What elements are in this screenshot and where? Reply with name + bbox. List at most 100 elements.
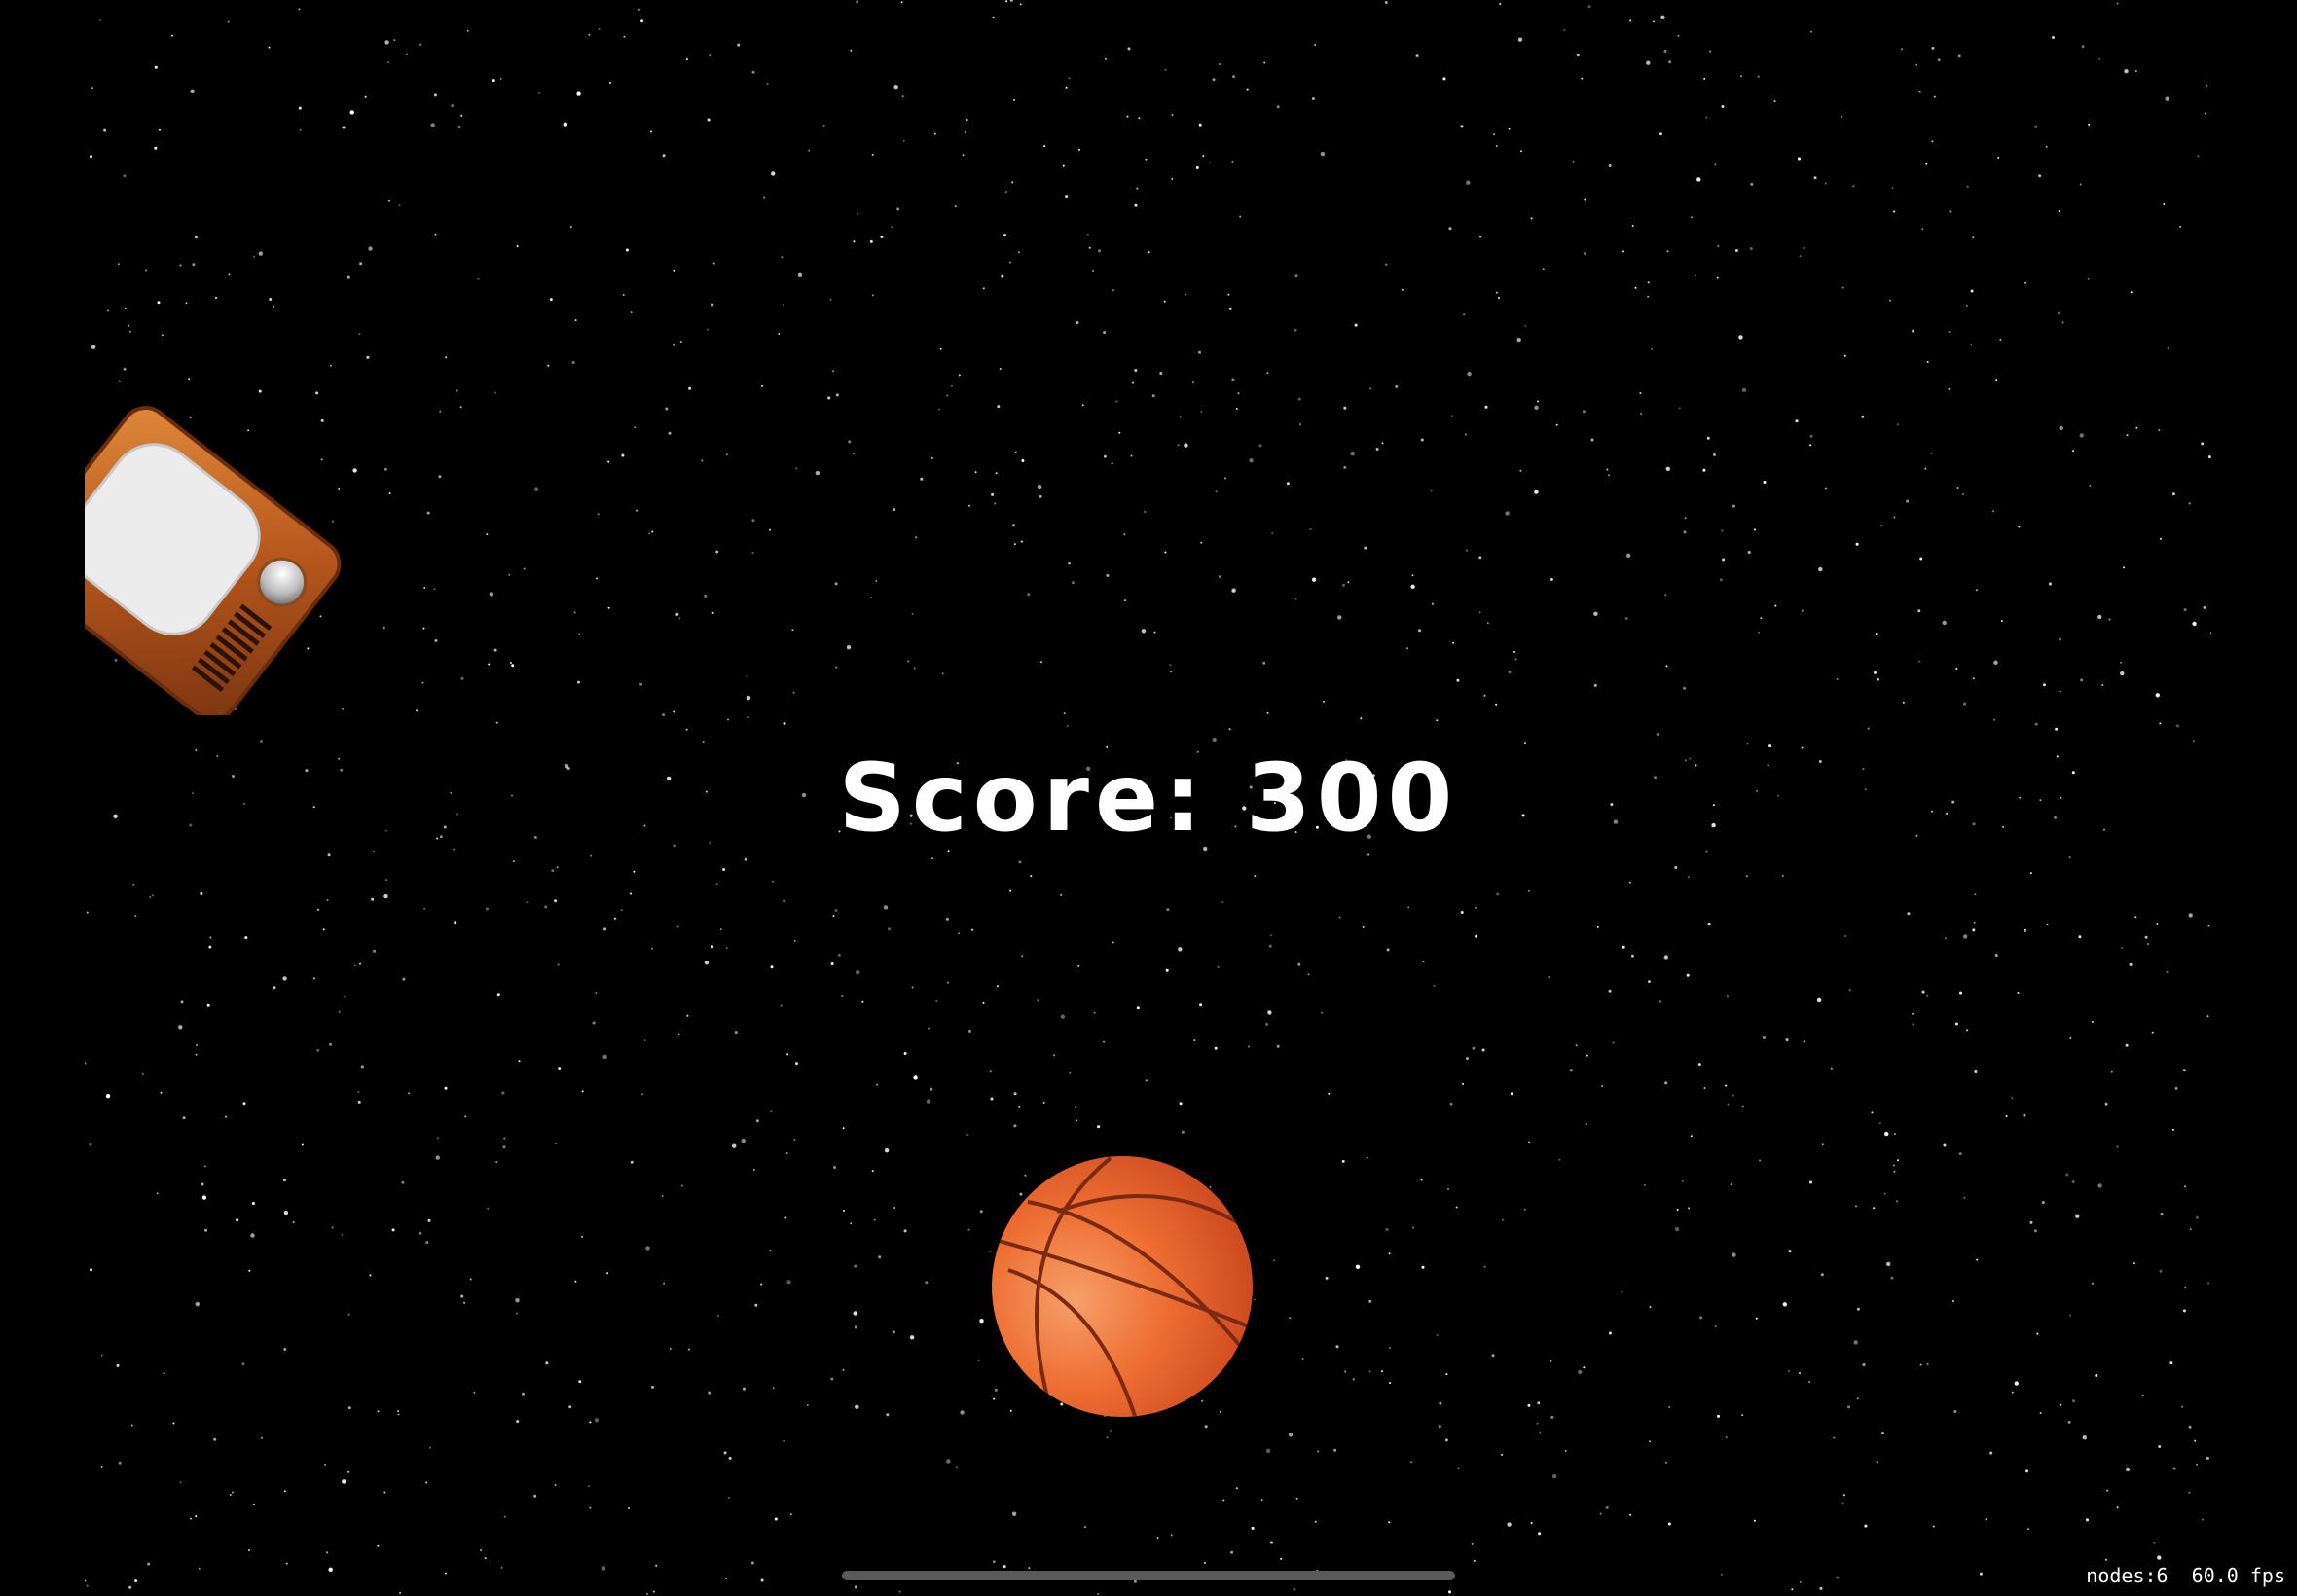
star <box>1084 1526 1086 1529</box>
star <box>105 1094 111 1099</box>
star <box>1753 528 1756 531</box>
star <box>1681 1179 1684 1182</box>
star <box>326 1551 328 1554</box>
star <box>1412 1226 1415 1229</box>
star <box>704 961 710 965</box>
star <box>1156 1537 1159 1540</box>
star <box>602 1054 607 1060</box>
star <box>992 1560 996 1564</box>
star <box>188 378 191 381</box>
star <box>2207 925 2210 927</box>
star <box>1003 1565 1006 1569</box>
star <box>2155 693 2160 698</box>
star <box>1343 465 1347 469</box>
star <box>1388 1347 1391 1349</box>
star <box>1519 469 1522 472</box>
star <box>201 1195 207 1200</box>
star <box>1481 1048 1485 1052</box>
star <box>741 1138 746 1143</box>
star <box>2108 618 2111 621</box>
star <box>1989 1451 1993 1455</box>
star <box>633 870 636 873</box>
star <box>716 1315 719 1318</box>
star <box>523 567 526 570</box>
star <box>123 367 127 371</box>
star <box>1688 1207 1691 1210</box>
star <box>1294 598 1297 600</box>
game-scene[interactable]: Score: 300 nodes:6 60.0 fps <box>0 0 2297 1596</box>
star <box>228 273 231 276</box>
home-indicator[interactable] <box>842 1571 1455 1580</box>
star <box>248 1549 250 1551</box>
star <box>1265 1448 1271 1454</box>
star <box>1537 1401 1541 1405</box>
star <box>1626 553 1631 558</box>
star <box>1388 1252 1391 1255</box>
star <box>2134 916 2137 919</box>
star <box>1688 876 1690 879</box>
star <box>930 456 933 459</box>
star <box>2130 291 2133 294</box>
star <box>1362 926 1365 928</box>
star <box>1659 132 1662 136</box>
star <box>2097 614 2102 620</box>
star <box>1563 29 1566 31</box>
star <box>1956 487 1959 489</box>
star <box>2171 492 2175 496</box>
star <box>784 1216 787 1219</box>
star <box>1803 246 1805 249</box>
star <box>1037 484 1042 490</box>
star <box>2034 722 2038 726</box>
star <box>785 1152 788 1154</box>
basketball-icon[interactable] <box>989 1153 1256 1420</box>
star <box>2086 1518 2089 1522</box>
star <box>2203 605 2206 609</box>
star <box>1836 1576 1840 1579</box>
star <box>1819 1586 1823 1590</box>
star <box>1478 556 1482 560</box>
star <box>1235 408 1238 410</box>
star <box>1433 984 1436 987</box>
star <box>968 1029 971 1033</box>
star <box>1110 1429 1112 1432</box>
star <box>903 1229 907 1233</box>
star <box>1508 127 1511 130</box>
star <box>215 297 217 299</box>
star <box>680 1184 683 1187</box>
star <box>1528 889 1530 892</box>
star <box>898 1590 901 1593</box>
star <box>2153 1542 2156 1544</box>
star <box>258 389 262 393</box>
star <box>444 1572 447 1575</box>
star <box>2075 1214 2080 1218</box>
star <box>1583 1366 1586 1369</box>
star <box>469 1278 472 1281</box>
star <box>2135 426 2138 429</box>
star <box>170 34 173 37</box>
star <box>2184 1185 2187 1188</box>
star <box>1608 989 1612 993</box>
star <box>1605 1505 1609 1509</box>
star <box>2092 1282 2094 1285</box>
star <box>760 1578 764 1582</box>
star <box>1652 20 1655 23</box>
star <box>1676 1209 1679 1211</box>
star <box>1930 452 1933 454</box>
star <box>1721 529 1724 532</box>
star <box>1972 928 1976 932</box>
star <box>1166 908 1170 912</box>
star <box>1251 1526 1255 1530</box>
star <box>2059 690 2061 693</box>
star <box>920 477 924 481</box>
star <box>1449 1102 1453 1106</box>
star <box>967 504 970 507</box>
star <box>494 391 497 394</box>
star <box>1011 181 1014 184</box>
star <box>1127 47 1131 51</box>
retro-tv-icon[interactable] <box>85 394 347 715</box>
star <box>1855 1205 1857 1208</box>
star <box>1436 719 1439 722</box>
star <box>1430 490 1433 492</box>
star <box>901 95 904 98</box>
star <box>2046 924 2049 925</box>
